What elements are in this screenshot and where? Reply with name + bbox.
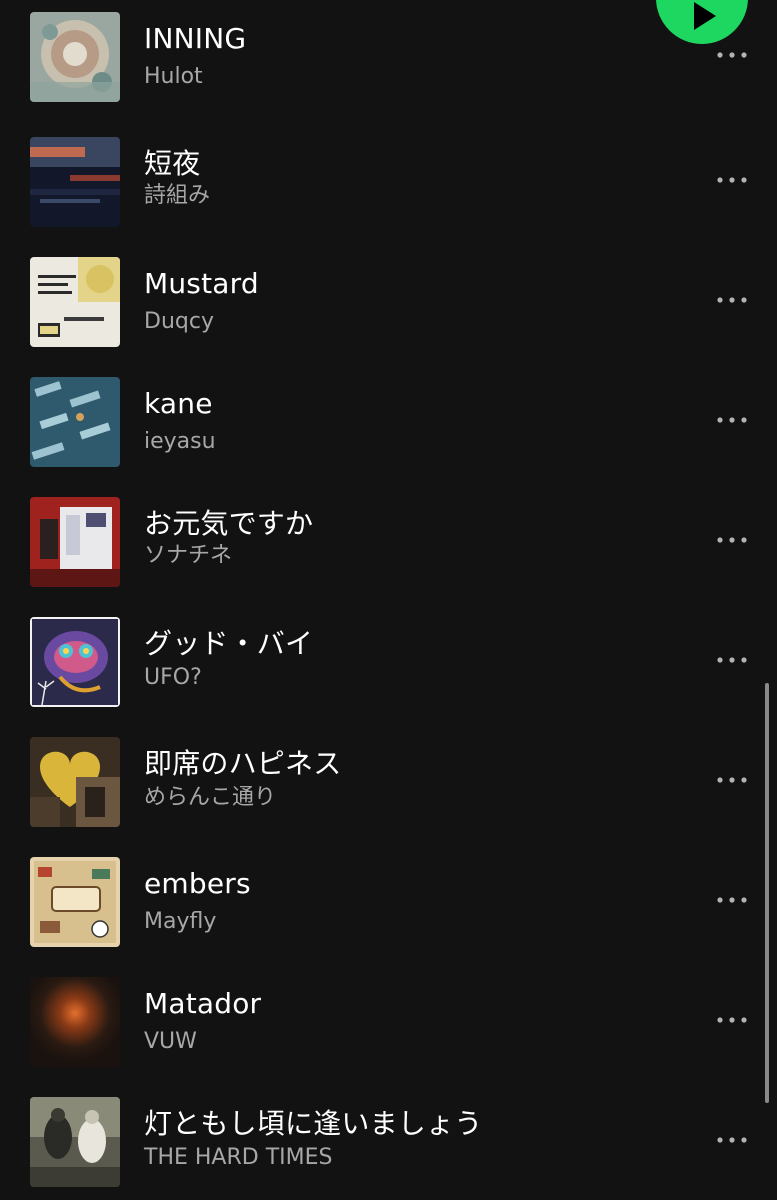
track-title: グッド・バイ — [144, 627, 314, 660]
track-artist: 詩組み — [144, 183, 211, 208]
track-title: kane — [144, 387, 213, 420]
track-title: 即席のハピネス — [144, 747, 342, 780]
album-art — [30, 137, 120, 227]
track-row[interactable]: お元気ですか ソナチネ — [0, 480, 777, 590]
track-artist: Duqcy — [144, 309, 214, 334]
track-title: お元気ですか — [144, 507, 314, 540]
track-title: 短夜 — [144, 147, 201, 180]
track-title: Mustard — [144, 267, 259, 300]
track-row[interactable]: Mustard Duqcy — [0, 240, 777, 350]
more-horizontal-icon — [717, 177, 747, 183]
track-row[interactable]: 灯ともし頃に逢いましょう THE HARD TIMES — [0, 1080, 777, 1190]
track-artist: Mayfly — [144, 909, 217, 934]
more-options-button[interactable] — [706, 40, 758, 70]
album-art — [30, 497, 120, 587]
track-title: Matador — [144, 987, 262, 1020]
more-options-button[interactable] — [706, 765, 758, 795]
album-art — [30, 1097, 120, 1187]
track-row[interactable]: 短夜 詩組み — [0, 120, 777, 230]
track-row[interactable]: 即席のハピネス めらんこ通り — [0, 720, 777, 830]
track-title: embers — [144, 867, 251, 900]
track-artist: ソナチネ — [144, 543, 233, 568]
track-artist: ieyasu — [144, 429, 216, 454]
album-art — [30, 737, 120, 827]
album-art — [30, 257, 120, 347]
more-horizontal-icon — [717, 52, 747, 58]
more-horizontal-icon — [717, 657, 747, 663]
album-art — [30, 377, 120, 467]
playlist-screen: INNING Hulot 短夜 詩組み Mustard Duqcy kane i… — [0, 0, 777, 1200]
more-horizontal-icon — [717, 417, 747, 423]
more-horizontal-icon — [717, 1137, 747, 1143]
track-title: INNING — [144, 22, 247, 55]
track-artist: Hulot — [144, 64, 203, 89]
track-artist: UFO? — [144, 665, 202, 690]
more-horizontal-icon — [717, 777, 747, 783]
track-artist: VUW — [144, 1029, 197, 1054]
more-horizontal-icon — [717, 297, 747, 303]
more-options-button[interactable] — [706, 1125, 758, 1155]
more-options-button[interactable] — [706, 645, 758, 675]
track-row[interactable]: kane ieyasu — [0, 360, 777, 470]
track-row[interactable]: Matador VUW — [0, 960, 777, 1070]
track-title: 灯ともし頃に逢いましょう — [144, 1107, 483, 1140]
album-art — [30, 977, 120, 1067]
scrollbar[interactable] — [765, 683, 769, 1103]
album-art — [30, 857, 120, 947]
album-art — [30, 617, 120, 707]
more-options-button[interactable] — [706, 285, 758, 315]
track-row[interactable]: グッド・バイ UFO? — [0, 600, 777, 710]
more-horizontal-icon — [717, 897, 747, 903]
more-horizontal-icon — [717, 1017, 747, 1023]
more-options-button[interactable] — [706, 525, 758, 555]
play-icon — [694, 2, 716, 30]
more-horizontal-icon — [717, 537, 747, 543]
more-options-button[interactable] — [706, 405, 758, 435]
more-options-button[interactable] — [706, 885, 758, 915]
track-artist: めらんこ通り — [144, 785, 277, 810]
more-options-button[interactable] — [706, 165, 758, 195]
album-art — [30, 12, 120, 102]
more-options-button[interactable] — [706, 1005, 758, 1035]
track-artist: THE HARD TIMES — [144, 1145, 333, 1170]
track-row[interactable]: embers Mayfly — [0, 840, 777, 950]
